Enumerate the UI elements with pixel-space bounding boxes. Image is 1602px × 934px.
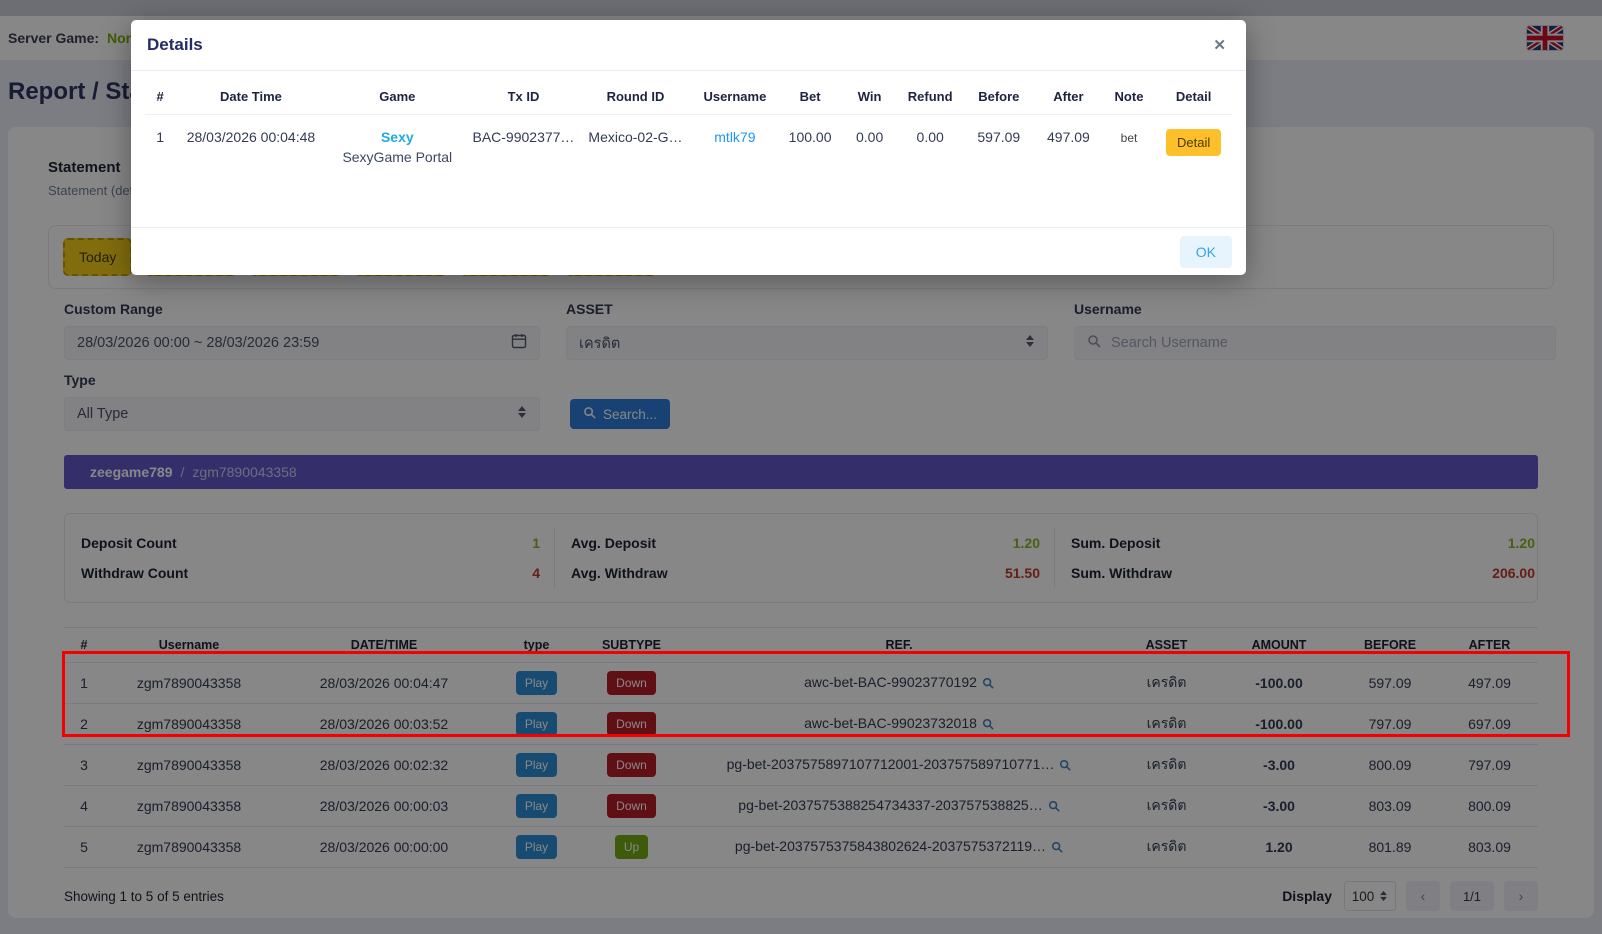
modal-body: # Date Time Game Tx ID Round ID Username… xyxy=(131,71,1246,227)
game-portal-name: SexyGame Portal xyxy=(331,149,464,165)
modal-data-row: 1 28/03/2026 00:04:48 Sexy SexyGame Port… xyxy=(145,115,1232,172)
mcol-note: Note xyxy=(1103,77,1155,115)
modal-footer: OK xyxy=(131,227,1246,275)
mcol-win: Win xyxy=(842,77,897,115)
game-provider-link[interactable]: Sexy xyxy=(331,129,464,145)
m-row-win: 0.00 xyxy=(842,115,897,172)
m-row-refund: 0.00 xyxy=(897,115,964,172)
modal-details-table: # Date Time Game Tx ID Round ID Username… xyxy=(145,77,1232,171)
details-modal: Details ✕ # Date Time Game Tx ID Round I… xyxy=(131,20,1246,275)
close-icon[interactable]: ✕ xyxy=(1209,32,1230,58)
m-row-game: Sexy SexyGame Portal xyxy=(327,115,468,172)
mcol-num: # xyxy=(145,77,175,115)
m-row-before: 597.09 xyxy=(963,115,1034,172)
modal-header: Details ✕ xyxy=(131,20,1246,71)
mcol-txid: Tx ID xyxy=(468,77,579,115)
mcol-bet: Bet xyxy=(778,77,843,115)
m-row-bet: 100.00 xyxy=(778,115,843,172)
mcol-refund: Refund xyxy=(897,77,964,115)
m-row-after: 497.09 xyxy=(1034,115,1103,172)
mcol-detail: Detail xyxy=(1155,77,1232,115)
m-row-datetime: 28/03/2026 00:04:48 xyxy=(175,115,326,172)
m-row-roundid: Mexico-02-G… xyxy=(579,115,692,172)
ok-button[interactable]: OK xyxy=(1180,236,1232,268)
m-row-username-link[interactable]: mtlk79 xyxy=(714,129,755,145)
mcol-after: After xyxy=(1034,77,1103,115)
modal-title: Details xyxy=(147,35,203,55)
modal-header-row: # Date Time Game Tx ID Round ID Username… xyxy=(145,77,1232,115)
mcol-datetime: Date Time xyxy=(175,77,326,115)
m-row-note: bet xyxy=(1121,131,1138,145)
detail-button[interactable]: Detail xyxy=(1166,129,1221,156)
m-row-num: 1 xyxy=(145,115,175,172)
mcol-roundid: Round ID xyxy=(579,77,692,115)
mcol-username: Username xyxy=(692,77,778,115)
mcol-game: Game xyxy=(327,77,468,115)
mcol-before: Before xyxy=(963,77,1034,115)
m-row-txid: BAC-9902377… xyxy=(468,115,579,172)
